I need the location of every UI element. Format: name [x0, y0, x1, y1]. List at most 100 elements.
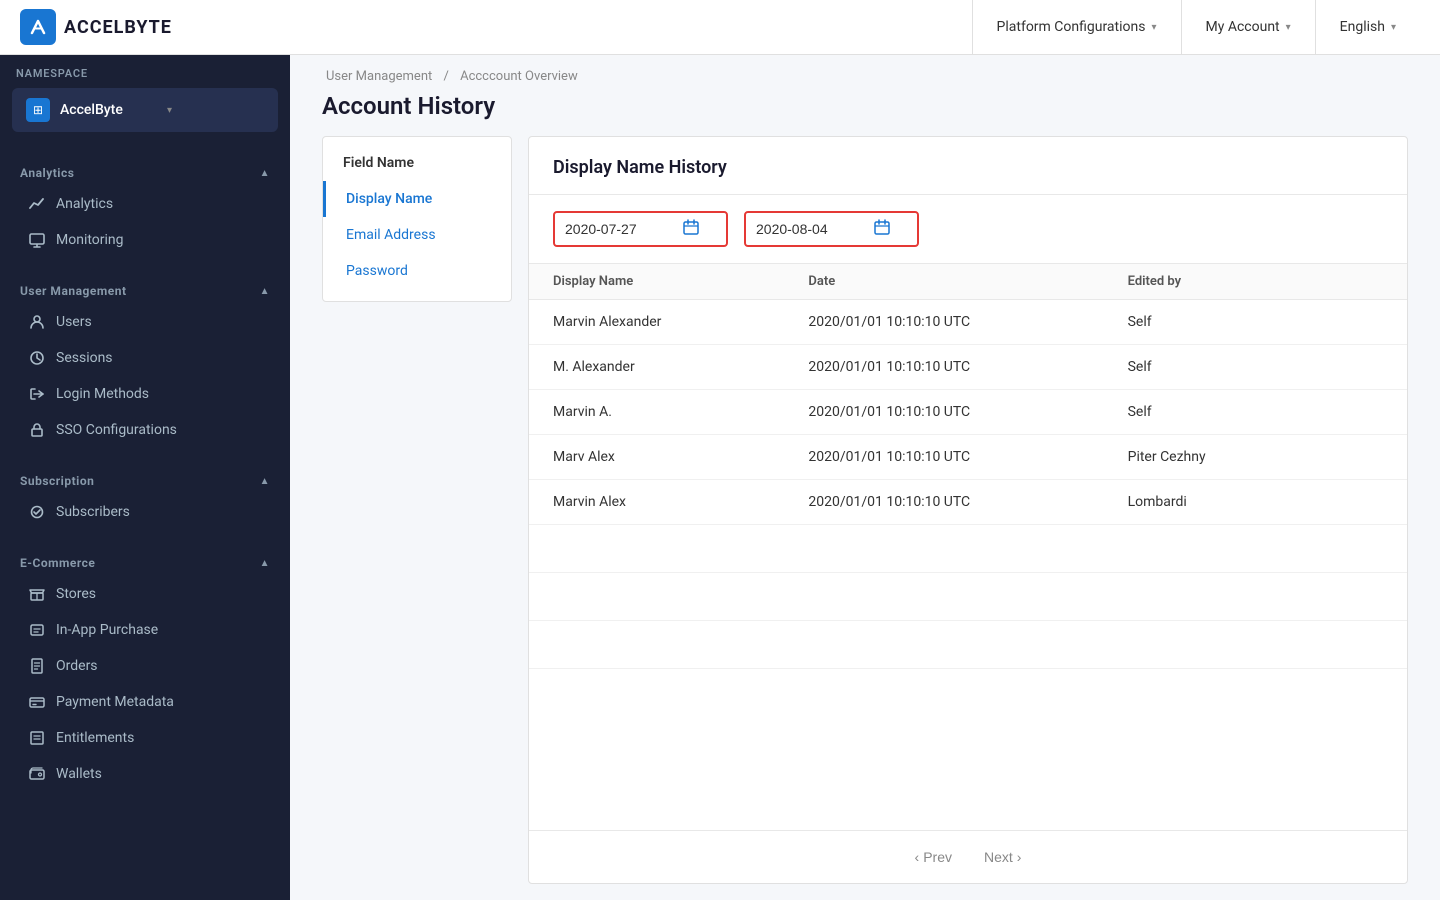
- sidebar-item-subscribers[interactable]: Subscribers: [0, 494, 290, 530]
- user-mgmt-section-header[interactable]: User Management ▲: [0, 274, 290, 304]
- entitlements-icon: [28, 729, 46, 747]
- my-account-label: My Account: [1206, 19, 1280, 35]
- sidebar-item-wallets[interactable]: Wallets: [0, 756, 290, 792]
- row3-edited-by: Self: [1128, 404, 1383, 420]
- sidebar-item-entitlements[interactable]: Entitlements: [0, 720, 290, 756]
- date-from-input[interactable]: [565, 221, 675, 237]
- sidebar-entitlements-label: Entitlements: [56, 730, 134, 746]
- empty-row: [529, 573, 1407, 621]
- calendar-to-icon[interactable]: [874, 219, 890, 239]
- row4-date: 2020/01/01 10:10:10 UTC: [808, 449, 1127, 465]
- language-label: English: [1340, 19, 1385, 35]
- analytics-section-header[interactable]: Analytics ▲: [0, 156, 290, 186]
- sessions-icon: [28, 349, 46, 367]
- ecommerce-section-header[interactable]: E-Commerce ▲: [0, 546, 290, 576]
- sidebar-orders-label: Orders: [56, 658, 98, 674]
- sidebar-wallets-label: Wallets: [56, 766, 102, 782]
- sidebar-sessions-label: Sessions: [56, 350, 113, 366]
- sidebar-analytics-label: Analytics: [56, 196, 113, 212]
- ecommerce-section: E-Commerce ▲ Stores In-App Purchase Ord: [0, 538, 290, 800]
- sidebar-item-in-app-purchase[interactable]: In-App Purchase: [0, 612, 290, 648]
- user-mgmt-section-label: User Management: [20, 284, 127, 298]
- password-label: Password: [346, 263, 408, 279]
- display-name-label: Display Name: [346, 191, 432, 207]
- namespace-chevron: ▾: [167, 105, 264, 116]
- breadcrumb-part1: User Management: [326, 69, 432, 84]
- analytics-collapse-icon: ▲: [260, 168, 270, 179]
- date-to-input[interactable]: [756, 221, 866, 237]
- payment-metadata-icon: [28, 693, 46, 711]
- col-display-name: Display Name: [553, 274, 808, 289]
- field-password[interactable]: Password: [323, 253, 511, 289]
- namespace-selector[interactable]: ⊞ AccelByte ▾: [12, 88, 278, 132]
- my-account-chevron: ▾: [1286, 22, 1291, 33]
- table-header: Display Name Date Edited by: [529, 264, 1407, 300]
- sidebar-item-monitoring[interactable]: Monitoring: [0, 222, 290, 258]
- breadcrumb-separator: /: [444, 69, 453, 84]
- field-name-header: Field Name: [323, 149, 511, 181]
- sidebar-login-methods-label: Login Methods: [56, 386, 149, 402]
- sidebar-monitoring-label: Monitoring: [56, 232, 124, 248]
- sidebar-item-login-methods[interactable]: Login Methods: [0, 376, 290, 412]
- row1-display-name: Marvin Alexander: [553, 314, 808, 330]
- row1-edited-by: Self: [1128, 314, 1383, 330]
- sidebar-item-analytics[interactable]: Analytics: [0, 186, 290, 222]
- monitoring-icon: [28, 231, 46, 249]
- sidebar-item-users[interactable]: Users: [0, 304, 290, 340]
- sidebar-item-stores[interactable]: Stores: [0, 576, 290, 612]
- my-account-menu[interactable]: My Account ▾: [1181, 0, 1315, 55]
- subscribers-icon: [28, 503, 46, 521]
- field-display-name[interactable]: Display Name: [323, 181, 511, 217]
- top-navigation: ACCELBYTE Platform Configurations ▾ My A…: [0, 0, 1440, 55]
- row5-display-name: Marvin Alex: [553, 494, 808, 510]
- sidebar-item-sessions[interactable]: Sessions: [0, 340, 290, 376]
- sidebar: NAMESPACE ⊞ AccelByte ▾ Analytics ▲ Anal…: [0, 55, 290, 900]
- language-menu[interactable]: English ▾: [1315, 0, 1420, 55]
- subscription-collapse-icon: ▲: [260, 476, 270, 487]
- analytics-section: Analytics ▲ Analytics Monitoring: [0, 148, 290, 266]
- next-label: Next: [984, 849, 1013, 865]
- sidebar-iap-label: In-App Purchase: [56, 622, 158, 638]
- analytics-icon: [28, 195, 46, 213]
- empty-row: [529, 621, 1407, 669]
- prev-chevron-icon: ‹: [915, 849, 920, 865]
- col-edited-by: Edited by: [1128, 274, 1383, 289]
- next-button[interactable]: Next ›: [972, 843, 1033, 871]
- sidebar-item-payment-metadata[interactable]: Payment Metadata: [0, 684, 290, 720]
- platform-config-menu[interactable]: Platform Configurations ▾: [972, 0, 1181, 55]
- subscription-section-label: Subscription: [20, 474, 94, 488]
- sidebar-item-sso-config[interactable]: SSO Configurations: [0, 412, 290, 448]
- subscription-section: Subscription ▲ Subscribers: [0, 456, 290, 538]
- breadcrumb: User Management / Accccount Overview: [290, 55, 1440, 88]
- prev-button[interactable]: ‹ Prev: [903, 843, 964, 871]
- pagination: ‹ Prev Next ›: [529, 830, 1407, 883]
- in-app-purchase-icon: [28, 621, 46, 639]
- analytics-section-label: Analytics: [20, 166, 74, 180]
- main-layout: NAMESPACE ⊞ AccelByte ▾ Analytics ▲ Anal…: [0, 55, 1440, 900]
- row3-display-name: Marvin A.: [553, 404, 808, 420]
- calendar-from-icon[interactable]: [683, 219, 699, 239]
- row2-date: 2020/01/01 10:10:10 UTC: [808, 359, 1127, 375]
- table-row: Marvin Alex 2020/01/01 10:10:10 UTC Lomb…: [529, 480, 1407, 525]
- field-name-panel: Field Name Display Name Email Address Pa…: [322, 136, 512, 302]
- sidebar-stores-label: Stores: [56, 586, 96, 602]
- field-email-address[interactable]: Email Address: [323, 217, 511, 253]
- email-address-label: Email Address: [346, 227, 436, 243]
- sidebar-users-label: Users: [56, 314, 92, 330]
- logo-icon: [20, 9, 56, 45]
- subscription-section-header[interactable]: Subscription ▲: [0, 464, 290, 494]
- sidebar-subscribers-label: Subscribers: [56, 504, 130, 520]
- date-from-picker[interactable]: [553, 211, 728, 247]
- row1-date: 2020/01/01 10:10:10 UTC: [808, 314, 1127, 330]
- filter-row: [529, 195, 1407, 264]
- users-icon: [28, 313, 46, 331]
- user-mgmt-collapse-icon: ▲: [260, 286, 270, 297]
- date-to-picker[interactable]: [744, 211, 919, 247]
- data-table: Display Name Date Edited by Marvin Alexa…: [529, 264, 1407, 830]
- row5-date: 2020/01/01 10:10:10 UTC: [808, 494, 1127, 510]
- logo-text: ACCELBYTE: [64, 17, 172, 38]
- prev-label: Prev: [923, 849, 952, 865]
- sidebar-payment-metadata-label: Payment Metadata: [56, 694, 174, 710]
- sidebar-item-orders[interactable]: Orders: [0, 648, 290, 684]
- table-row: Marv Alex 2020/01/01 10:10:10 UTC Piter …: [529, 435, 1407, 480]
